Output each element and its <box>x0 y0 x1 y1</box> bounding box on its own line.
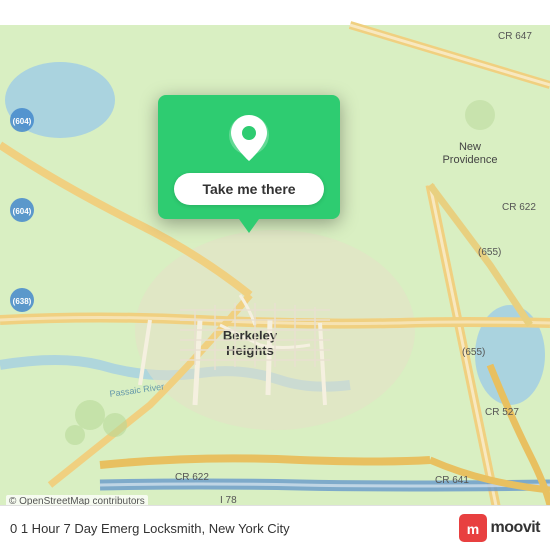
svg-text:CR 622: CR 622 <box>502 202 536 213</box>
svg-text:CR 622: CR 622 <box>175 472 209 483</box>
take-me-there-button[interactable]: Take me there <box>174 173 324 205</box>
svg-text:CR 641: CR 641 <box>435 475 469 486</box>
svg-text:CR 527: CR 527 <box>485 407 519 418</box>
moovit-icon: m <box>459 514 487 542</box>
svg-text:(655): (655) <box>462 347 485 358</box>
location-pin-icon <box>227 113 271 163</box>
svg-text:Providence: Providence <box>442 154 497 166</box>
svg-text:(604): (604) <box>13 117 32 126</box>
svg-text:m: m <box>466 521 478 537</box>
svg-text:(655): (655) <box>478 247 501 258</box>
moovit-logo: m moovit <box>459 514 540 542</box>
svg-text:(638): (638) <box>13 297 32 306</box>
svg-text:(604): (604) <box>13 207 32 216</box>
moovit-text: moovit <box>491 519 540 537</box>
popup-pointer <box>239 219 259 233</box>
svg-text:New: New <box>459 141 481 153</box>
map-background: CR 647 (655) (655) CR 622 CR 527 CR 622 … <box>0 0 550 550</box>
map-container: CR 647 (655) (655) CR 622 CR 527 CR 622 … <box>0 0 550 550</box>
bottom-bar: 0 1 Hour 7 Day Emerg Locksmith, New York… <box>0 505 550 550</box>
location-title: 0 1 Hour 7 Day Emerg Locksmith, New York… <box>10 521 290 536</box>
svg-text:CR 647: CR 647 <box>498 31 532 42</box>
popup-card: Take me there <box>158 95 340 219</box>
